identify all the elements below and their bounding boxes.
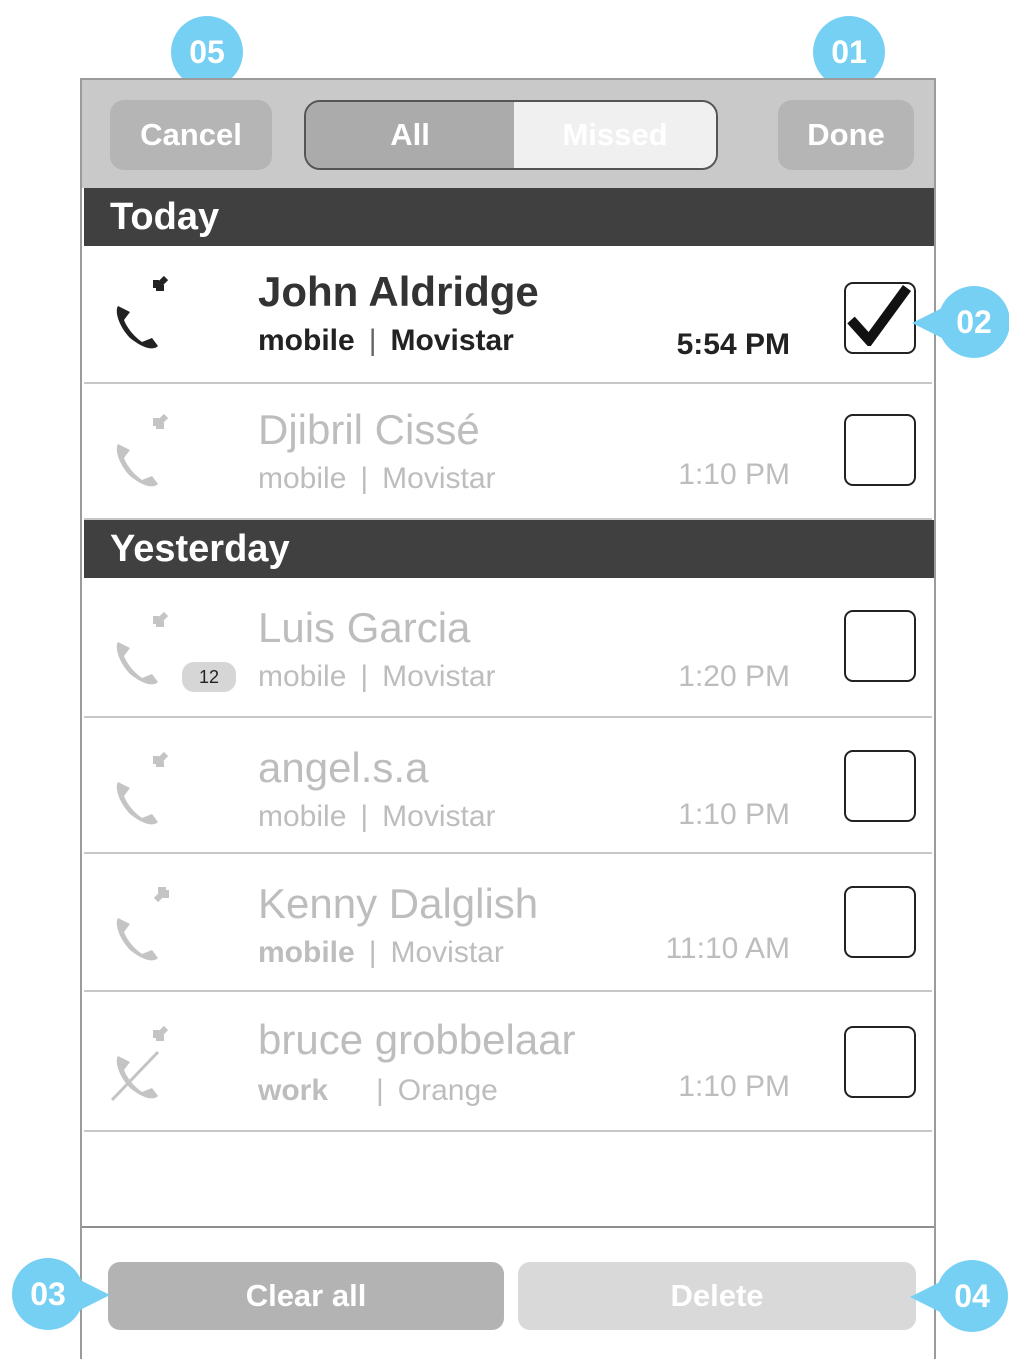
select-checkbox[interactable]	[844, 886, 916, 958]
callout-label: 05	[189, 33, 225, 70]
cancel-button[interactable]: Cancel	[110, 100, 272, 170]
call-row[interactable]: 12 Luis Garcia mobile | Movistar 1:20 PM	[84, 578, 932, 718]
caller-detail: mobile | Movistar	[258, 936, 504, 970]
separator: |	[360, 462, 369, 495]
carrier: Movistar	[382, 800, 496, 833]
separator: |	[376, 1074, 384, 1107]
separator: |	[368, 324, 377, 357]
separator: |	[360, 660, 369, 693]
caller-detail: mobile | Movistar	[258, 324, 514, 358]
call-row[interactable]: bruce grobbelaar work | Orange 1:10 PM	[84, 992, 932, 1132]
separator: |	[368, 936, 377, 969]
callout-03-pointer	[80, 1280, 110, 1310]
call-time: 5:54 PM	[676, 328, 790, 361]
select-checkbox[interactable]	[844, 1026, 916, 1098]
carrier: Movistar	[390, 936, 504, 969]
phone-type: mobile	[258, 936, 355, 969]
separator: |	[360, 800, 369, 833]
section-header-today: Today	[84, 188, 934, 246]
carrier: Movistar	[382, 462, 496, 495]
caller-name: bruce grobbelaar	[258, 1016, 576, 1063]
callout-02-pointer	[912, 308, 942, 338]
section-header-yesterday: Yesterday	[84, 520, 934, 578]
caller-detail: mobile | Movistar	[258, 800, 496, 834]
carrier: Orange	[397, 1074, 498, 1107]
phone-type: mobile	[258, 660, 347, 693]
call-time: 11:10 AM	[665, 932, 790, 965]
toolbar: Cancel All Missed Done	[82, 80, 934, 188]
callout-label: 01	[831, 33, 867, 70]
segment-all[interactable]: All	[306, 102, 514, 168]
done-button[interactable]: Done	[778, 100, 914, 170]
caller-detail: mobile | Movistar	[258, 660, 496, 694]
select-checkbox[interactable]	[844, 414, 916, 486]
missed-call-icon	[110, 1025, 169, 1102]
caller-name: angel.s.a	[258, 744, 429, 791]
callout-label: 02	[956, 303, 992, 340]
bottom-action-bar: Clear all Delete	[82, 1226, 934, 1361]
outgoing-call-icon	[116, 887, 169, 961]
callout-04-pointer	[910, 1282, 940, 1312]
select-checkbox[interactable]	[844, 610, 916, 682]
phone-type: mobile	[258, 800, 347, 833]
call-row[interactable]: angel.s.a mobile | Movistar 1:10 PM	[84, 718, 932, 854]
segment-missed[interactable]: Missed	[514, 102, 716, 168]
callout-label: 04	[954, 1277, 990, 1314]
caller-name: Kenny Dalglish	[258, 880, 539, 927]
incoming-call-icon	[116, 413, 169, 487]
caller-detail: work | Orange	[258, 1074, 498, 1108]
carrier: Movistar	[382, 660, 496, 693]
callout-03: 03	[12, 1258, 84, 1330]
caller-name: John Aldridge	[258, 268, 539, 315]
incoming-call-icon	[116, 751, 169, 825]
callout-04: 04	[936, 1260, 1008, 1332]
call-log-screen: Cancel All Missed Done Today John Aldrid…	[80, 78, 936, 1361]
select-checkbox-checked[interactable]	[844, 282, 916, 354]
call-time: 1:20 PM	[678, 660, 790, 693]
clear-all-button[interactable]: Clear all	[108, 1262, 504, 1330]
callout-02: 02	[938, 286, 1009, 358]
filter-segmented-control: All Missed	[304, 100, 718, 170]
phone-type: mobile	[258, 324, 355, 357]
call-row[interactable]: John Aldridge mobile | Movistar 5:54 PM	[84, 246, 932, 384]
incoming-call-icon	[116, 611, 169, 685]
caller-detail: mobile | Movistar	[258, 462, 496, 496]
phone-type: mobile	[258, 462, 347, 495]
call-row[interactable]: Djibril Cissé mobile | Movistar 1:10 PM	[84, 384, 932, 520]
delete-button[interactable]: Delete	[518, 1262, 916, 1330]
call-count-badge: 12	[182, 662, 236, 692]
call-row[interactable]: Kenny Dalglish mobile | Movistar 11:10 AM	[84, 854, 932, 992]
select-checkbox[interactable]	[844, 750, 916, 822]
phone-type: work	[258, 1074, 329, 1107]
caller-name: Djibril Cissé	[258, 406, 480, 453]
caller-name: Luis Garcia	[258, 604, 471, 651]
call-time: 1:10 PM	[678, 1070, 790, 1103]
carrier: Movistar	[390, 324, 514, 357]
callout-label: 03	[30, 1275, 66, 1312]
call-time: 1:10 PM	[678, 458, 790, 491]
incoming-call-icon	[116, 275, 169, 349]
checkmark-icon	[847, 285, 912, 346]
call-time: 1:10 PM	[678, 798, 790, 831]
